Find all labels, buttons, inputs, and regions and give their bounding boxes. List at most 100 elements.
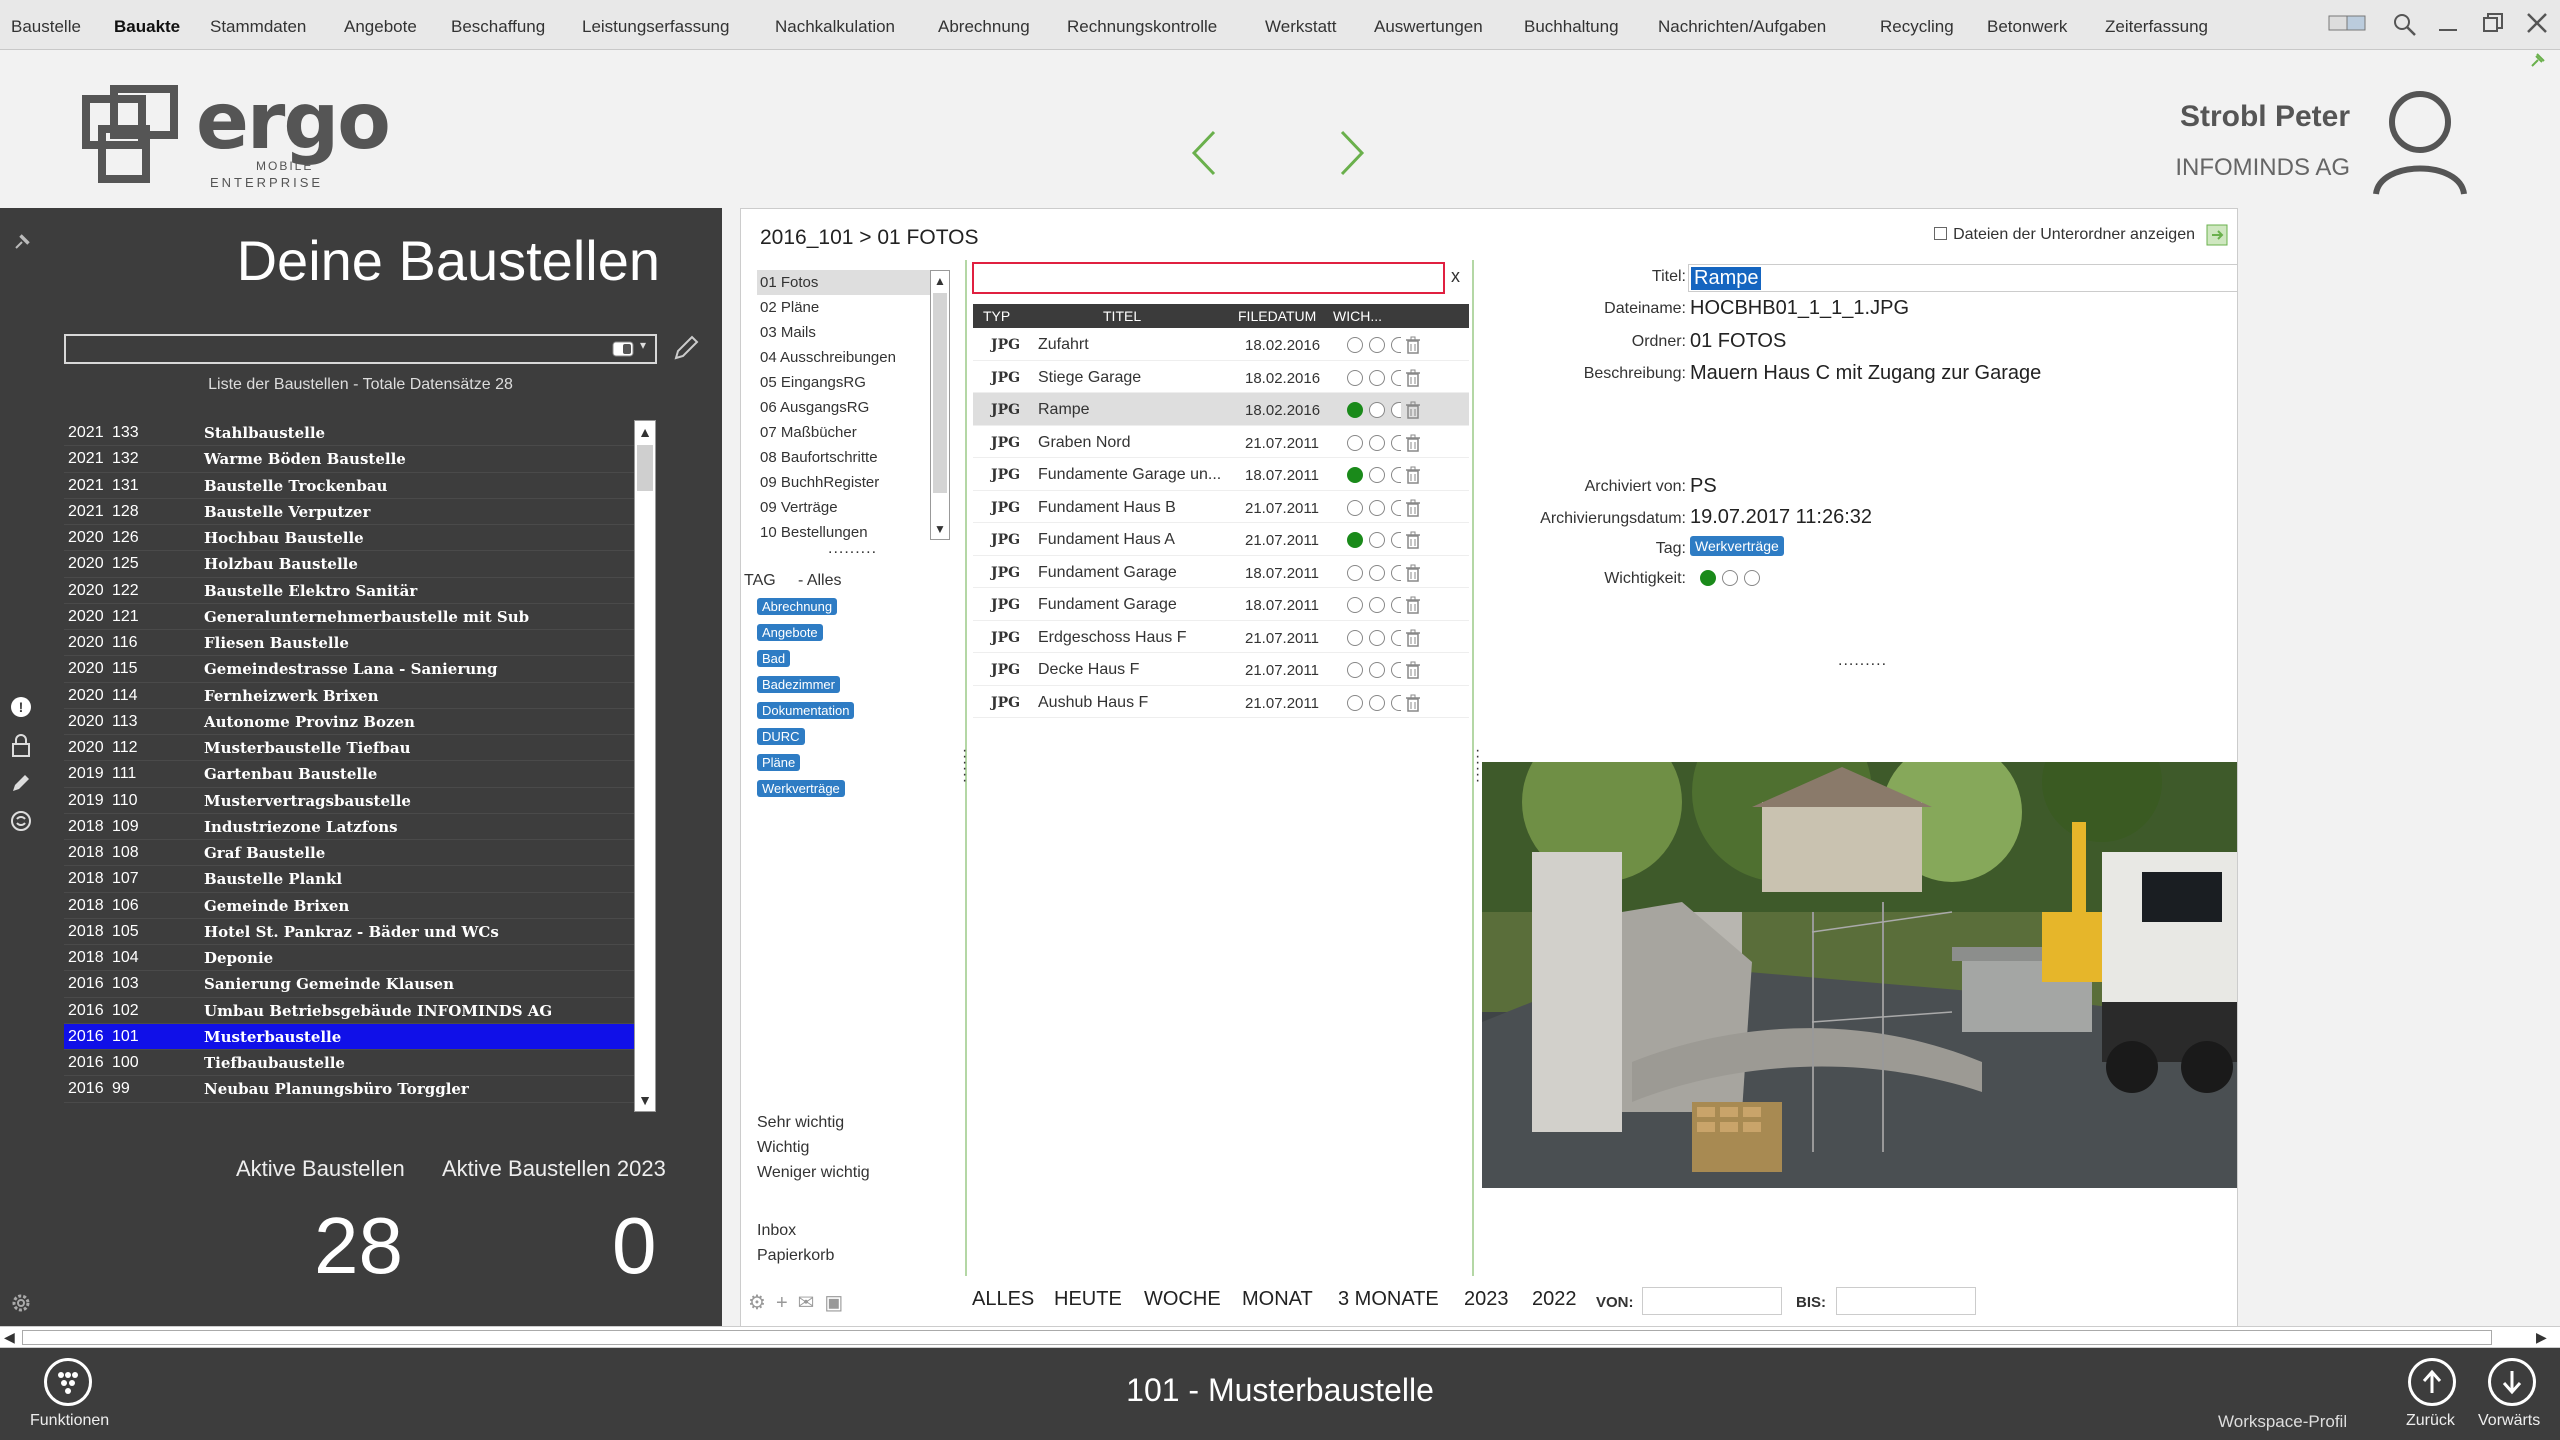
tag-chip[interactable]: DURC: [757, 728, 805, 745]
file-search-box[interactable]: [972, 262, 1445, 294]
checkbox-box[interactable]: [1934, 227, 1948, 240]
date-filter-option[interactable]: 3 MONATE: [1338, 1288, 1439, 1311]
forward-button[interactable]: [2488, 1358, 2536, 1406]
file-row[interactable]: JPG Fundament Haus A 21.07.2011: [973, 523, 1469, 556]
importance-dot[interactable]: [1369, 337, 1385, 353]
menu-item-nachkalkulation[interactable]: Nachkalkulation: [775, 17, 895, 37]
importance-dot[interactable]: [1347, 629, 1363, 646]
photo-preview[interactable]: [1482, 762, 2237, 1188]
trash-icon[interactable]: [1405, 564, 1421, 587]
user-avatar-icon[interactable]: [2370, 88, 2470, 198]
tag-chip[interactable]: Angebote: [757, 624, 823, 641]
date-filter-option[interactable]: 2022: [1532, 1288, 1577, 1311]
site-list-item[interactable]: 2021 133 Stahlbaustelle: [64, 420, 634, 447]
importance-dot[interactable]: [1347, 597, 1363, 613]
importance-dot[interactable]: [1369, 434, 1385, 451]
file-row[interactable]: JPG Stiege Garage 18.02.2016: [973, 361, 1469, 393]
file-row[interactable]: JPG Graben Nord 21.07.2011: [973, 426, 1469, 458]
col-typ[interactable]: TYP: [983, 308, 1010, 324]
dropdown-arrow-icon[interactable]: ▾: [640, 338, 646, 352]
menu-item-recycling[interactable]: Recycling: [1880, 17, 1954, 37]
importance-dot[interactable]: [1347, 402, 1363, 418]
col-wichtigkeit[interactable]: WICH...: [1333, 308, 1382, 324]
menu-item-zeiterfassung[interactable]: Zeiterfassung: [2105, 17, 2208, 37]
site-list-item[interactable]: 2019 111 Gartenbau Baustelle: [64, 761, 634, 788]
importance-dot[interactable]: [1369, 694, 1385, 711]
importance-dot[interactable]: [1347, 337, 1363, 353]
importance-dot[interactable]: [1369, 532, 1385, 548]
add-icon[interactable]: +: [776, 1292, 798, 1314]
export-icon[interactable]: [2206, 224, 2228, 251]
tag-chip[interactable]: Dokumentation: [757, 702, 855, 719]
subfolder-checkbox[interactable]: Dateien der Unterordner anzeigen: [1934, 226, 2195, 244]
scroll-thumb[interactable]: [933, 293, 947, 493]
date-filter-option[interactable]: HEUTE: [1054, 1288, 1122, 1311]
folder-item[interactable]: 01 Fotos: [757, 270, 932, 295]
scroll-thumb[interactable]: [637, 445, 653, 491]
tag-chip[interactable]: Badezimmer: [757, 676, 840, 693]
refresh-icon[interactable]: [10, 810, 32, 837]
resize-grip[interactable]: · · · · · ·: [1475, 743, 1480, 789]
settings-gear-icon[interactable]: [10, 1292, 32, 1319]
clear-search-button[interactable]: x: [1451, 266, 1460, 287]
folder-item[interactable]: 08 Baufortschritte: [757, 445, 932, 470]
importance-dot[interactable]: [1369, 662, 1385, 678]
folder-resize-handle[interactable]: .........: [828, 540, 877, 558]
trash-icon[interactable]: [1405, 369, 1421, 392]
site-list-item[interactable]: 2020 112 Musterbaustelle Tiefbau: [64, 735, 634, 762]
menu-item-beschaffung[interactable]: Beschaffung: [451, 17, 545, 37]
scroll-right-icon[interactable]: ▶: [2536, 1329, 2547, 1346]
importance-dot[interactable]: [1391, 337, 1401, 353]
scroll-down-icon[interactable]: ▼: [635, 1089, 655, 1111]
site-list-item[interactable]: 2018 104 Deponie: [64, 945, 634, 972]
importance-filter-item[interactable]: Wichtig: [757, 1135, 870, 1160]
trash-icon[interactable]: [1405, 629, 1421, 652]
site-list-item[interactable]: 2016 100 Tiefbaubaustelle: [64, 1050, 634, 1077]
importance-dot[interactable]: [1391, 467, 1401, 483]
importance-dot[interactable]: [1347, 694, 1363, 711]
description-value[interactable]: Mauern Haus C mit Zugang zur Garage: [1690, 362, 2041, 385]
importance-dot[interactable]: [1391, 694, 1401, 711]
trash-icon[interactable]: [1405, 466, 1421, 489]
menu-item-werkstatt[interactable]: Werkstatt: [1265, 17, 1336, 37]
site-list-item[interactable]: 2018 108 Graf Baustelle: [64, 840, 634, 867]
importance-dot[interactable]: [1369, 369, 1385, 386]
tag-chip[interactable]: Werkverträge: [757, 780, 845, 797]
menu-item-nachrichten-aufgaben[interactable]: Nachrichten/Aufgaben: [1658, 17, 1826, 37]
menu-item-angebote[interactable]: Angebote: [344, 17, 417, 37]
trash-icon[interactable]: [1405, 499, 1421, 522]
file-row[interactable]: JPG Erdgeschoss Haus F 21.07.2011: [973, 621, 1469, 653]
search-icon[interactable]: [2392, 12, 2418, 44]
importance-dot[interactable]: [1347, 434, 1363, 451]
trash-icon[interactable]: [1405, 661, 1421, 684]
menu-item-buchhaltung[interactable]: Buchhaltung: [1524, 17, 1619, 37]
close-icon[interactable]: [2526, 12, 2548, 40]
site-list-item[interactable]: 2020 115 Gemeindestrasse Lana - Sanierung: [64, 656, 634, 683]
site-list-item[interactable]: 2016 102 Umbau Betriebsgebäude INFOMINDS A…: [64, 998, 634, 1024]
importance-dot[interactable]: [1391, 402, 1401, 418]
importance-dot[interactable]: [1391, 597, 1401, 613]
trash-icon[interactable]: [1405, 434, 1421, 457]
pin-icon[interactable]: [12, 232, 32, 257]
site-list-item[interactable]: 2019 110 Mustervertragsbaustelle: [64, 788, 634, 814]
menu-item-baustelle[interactable]: Baustelle: [11, 17, 81, 37]
trash-icon[interactable]: [1405, 401, 1421, 424]
tag-chip[interactable]: Bad: [757, 650, 791, 667]
file-row[interactable]: JPG Aushub Haus F 21.07.2011: [973, 686, 1469, 718]
importance-dot[interactable]: [1369, 564, 1385, 581]
importance-dot-2[interactable]: [1722, 570, 1738, 586]
menu-item-stammdaten[interactable]: Stammdaten: [210, 17, 306, 37]
box-filter-item[interactable]: Papierkorb: [757, 1243, 834, 1268]
importance-dot-1[interactable]: [1700, 570, 1716, 586]
site-list-item[interactable]: 2020 122 Baustelle Elektro Sanitär: [64, 578, 634, 604]
site-list-item[interactable]: 2021 132 Warme Böden Baustelle: [64, 446, 634, 473]
importance-dot[interactable]: [1369, 402, 1385, 418]
folder-item[interactable]: 05 EingangsRG: [757, 370, 932, 395]
file-row[interactable]: JPG Zufahrt 18.02.2016: [973, 328, 1469, 361]
menu-item-betonwerk[interactable]: Betonwerk: [1987, 17, 2067, 37]
date-filter-option[interactable]: MONAT: [1242, 1288, 1313, 1311]
importance-dot[interactable]: [1369, 467, 1385, 483]
folder-scrollbar[interactable]: ▲ ▼: [930, 270, 950, 540]
site-list-item[interactable]: 2018 105 Hotel St. Pankraz - Bäder und WCs: [64, 919, 634, 945]
menu-item-auswertungen[interactable]: Auswertungen: [1374, 17, 1483, 37]
